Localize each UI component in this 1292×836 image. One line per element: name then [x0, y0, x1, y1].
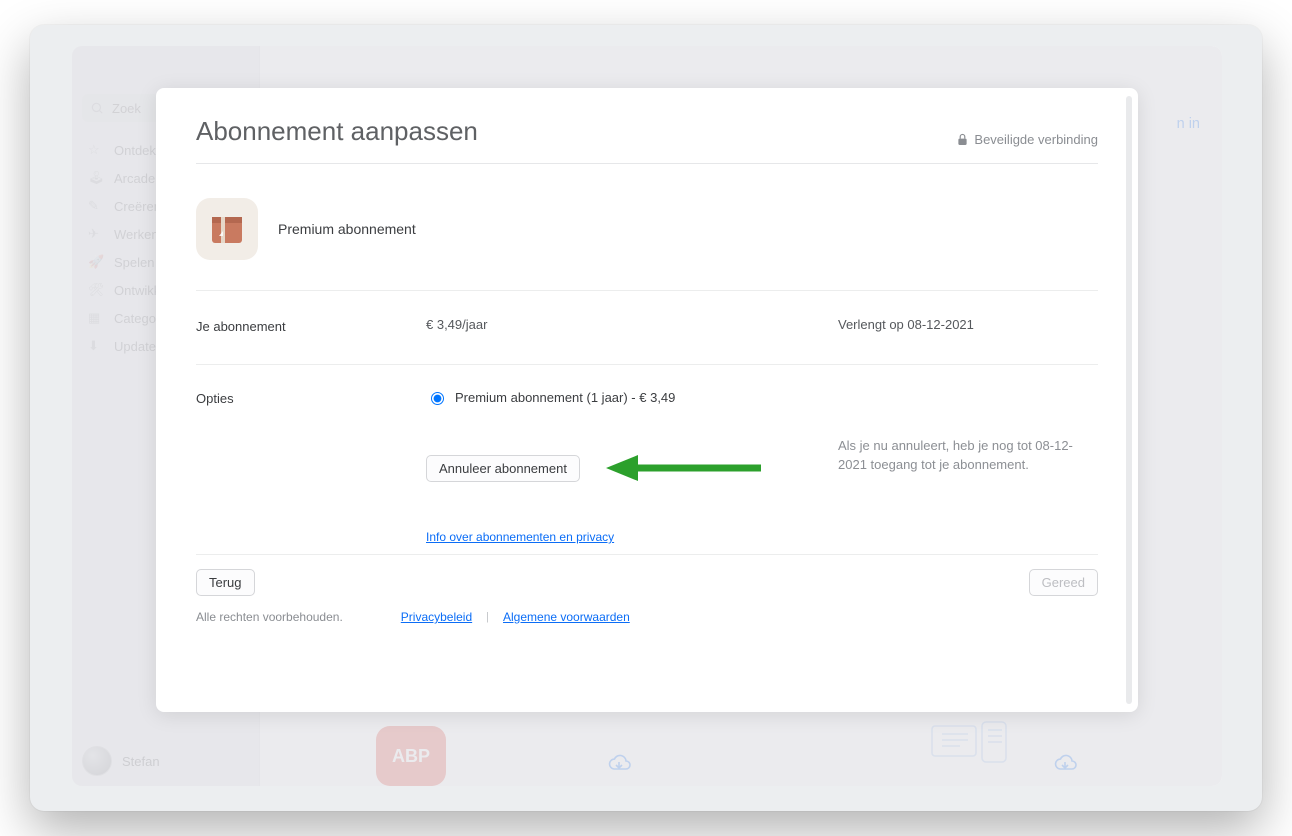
plan-option-label: Premium abonnement (1 jaar) - € 3,49 [455, 390, 675, 405]
secure-connection: Beveiligde verbinding [957, 132, 1098, 147]
cancel-note: Als je nu annuleert, heb je nog tot 08-1… [838, 437, 1098, 475]
subscription-section-label: Je abonnement [196, 317, 416, 334]
subscription-price: € 3,49/jaar [426, 317, 828, 332]
separator: | [486, 611, 489, 623]
plan-option[interactable]: Premium abonnement (1 jaar) - € 3,49 [426, 389, 828, 405]
app-window: ☆Ontdek 🕹Arcade ✎Creëren ✈Werken 🚀Spelen… [72, 46, 1222, 786]
scrollbar[interactable] [1126, 96, 1132, 704]
lock-icon [957, 133, 968, 146]
privacy-policy-link[interactable]: Privacybeleid [401, 610, 472, 624]
plan-radio[interactable] [431, 392, 444, 405]
options-section-label: Opties [196, 389, 416, 406]
cancel-subscription-button[interactable]: Annuleer abonnement [426, 455, 580, 482]
annotation-arrow-icon [606, 453, 766, 483]
terms-link[interactable]: Algemene voorwaarden [503, 610, 630, 624]
subscription-renewal: Verlengt op 08-12-2021 [838, 317, 1098, 332]
rights-text: Alle rechten voorbehouden. [196, 610, 343, 624]
done-button[interactable]: Gereed [1029, 569, 1098, 596]
product-icon [196, 198, 258, 260]
modal-title: Abonnement aanpassen [196, 116, 478, 147]
secure-label: Beveiligde verbinding [974, 132, 1098, 147]
product-name: Premium abonnement [278, 221, 416, 237]
subscription-privacy-link[interactable]: Info over abonnementen en privacy [426, 530, 614, 544]
subscription-modal: Abonnement aanpassen Beveiligde verbindi… [156, 88, 1138, 712]
back-button[interactable]: Terug [196, 569, 255, 596]
